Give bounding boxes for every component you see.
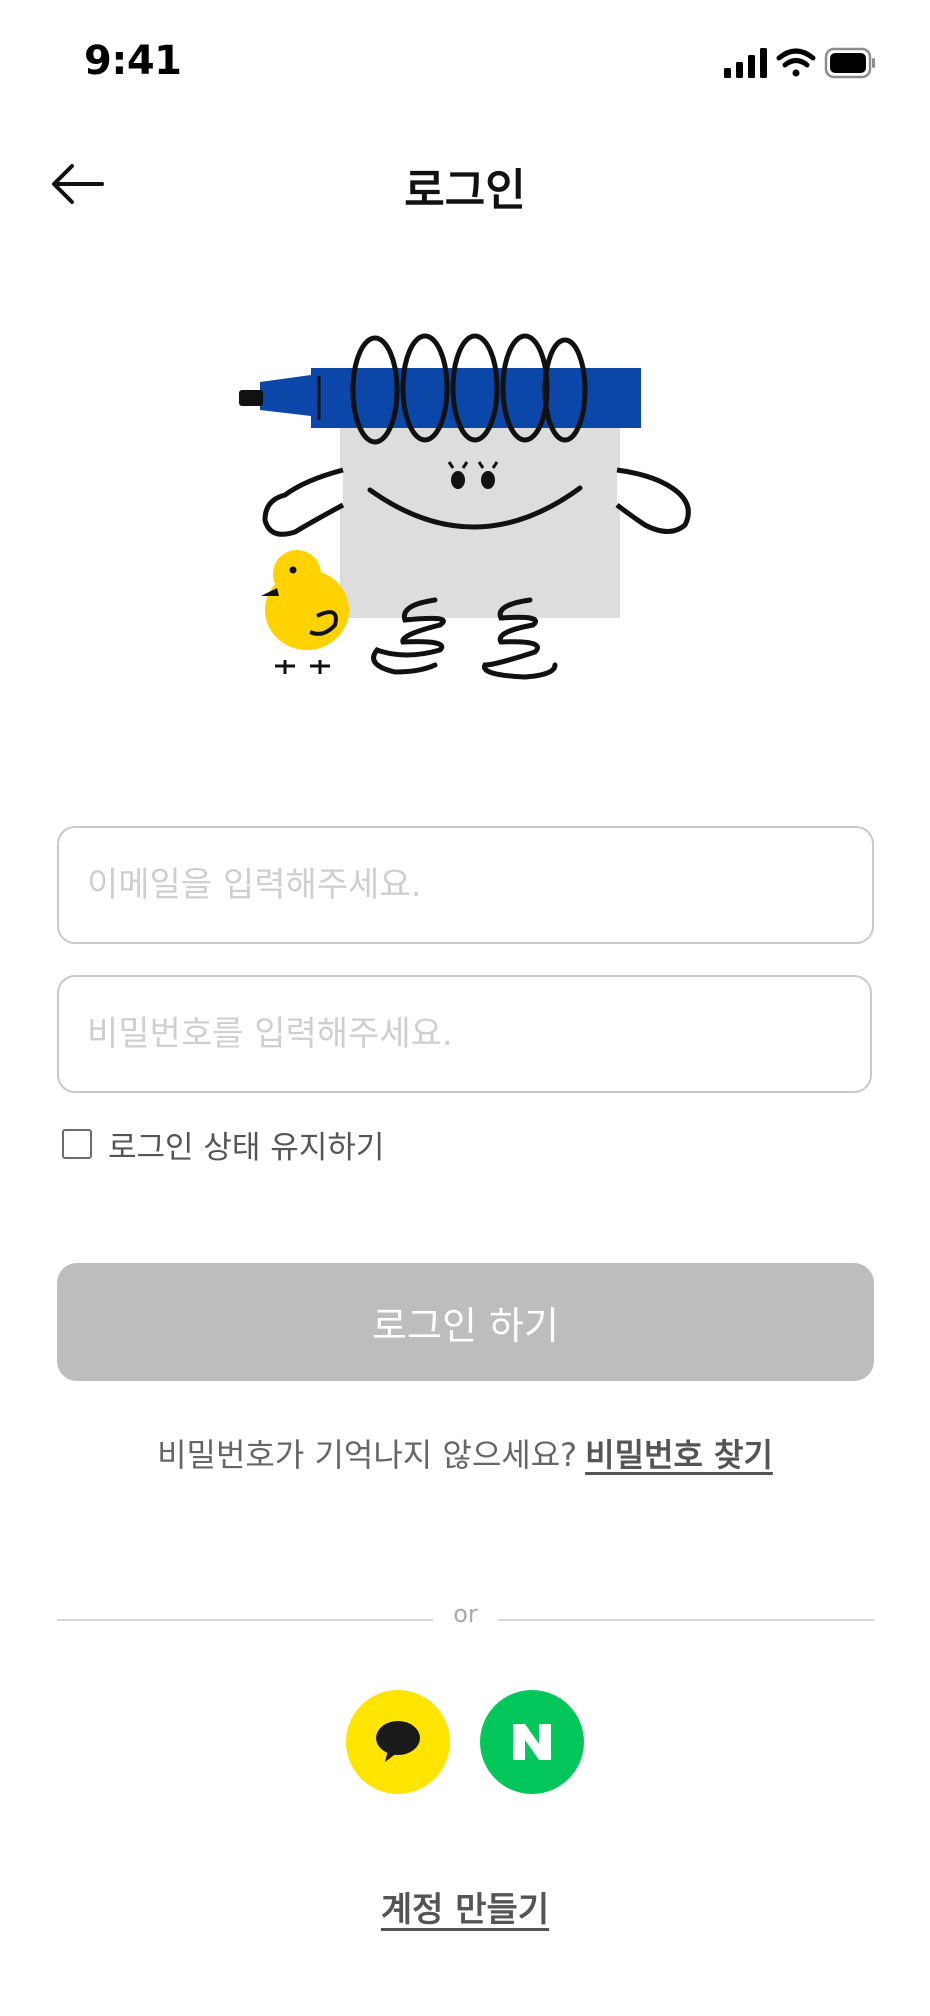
battery-icon [824,47,875,79]
keep-login-label: 로그인 상태 유지하기 [108,1129,385,1166]
find-password-link[interactable]: 비밀번호 찾기 [585,1436,773,1474]
status-bar: 9:41 [0,0,930,130]
wifi-icon [776,48,816,77]
cellular-signal-icon [724,48,767,78]
divider-text: or [453,1600,478,1628]
password-input[interactable] [87,977,847,1090]
email-field[interactable] [57,826,874,944]
status-time: 9:41 [84,38,182,84]
forgot-password-row: 비밀번호가 기억나지 않으세요? 비밀번호 찾기 [0,1430,930,1476]
status-icons [676,46,876,80]
divider-line-right [498,1619,874,1621]
keep-login-checkbox[interactable] [62,1129,92,1159]
password-field[interactable] [57,975,872,1093]
login-button[interactable]: 로그인 하기 [57,1263,874,1381]
keep-login-toggle[interactable]: 로그인 상태 유지하기 [62,1122,384,1166]
duck-icon [261,550,349,674]
naver-n-icon [513,1724,551,1760]
kakao-speech-bubble-icon [376,1721,420,1762]
email-input[interactable] [87,828,847,941]
notebook-character-illustration [225,320,705,700]
login-button-label: 로그인 하기 [372,1303,559,1348]
naver-login-button[interactable] [480,1690,584,1794]
navigation-bar: 로그인 [0,140,930,230]
create-account-link[interactable]: 계정 만들기 [381,1890,549,1930]
page-title: 로그인 [404,165,526,216]
or-divider: or [57,1600,874,1640]
kakao-login-button[interactable] [346,1690,450,1794]
forgot-password-question: 비밀번호가 기억나지 않으세요? [157,1436,578,1474]
signup-row: 계정 만들기 [0,1882,930,1931]
